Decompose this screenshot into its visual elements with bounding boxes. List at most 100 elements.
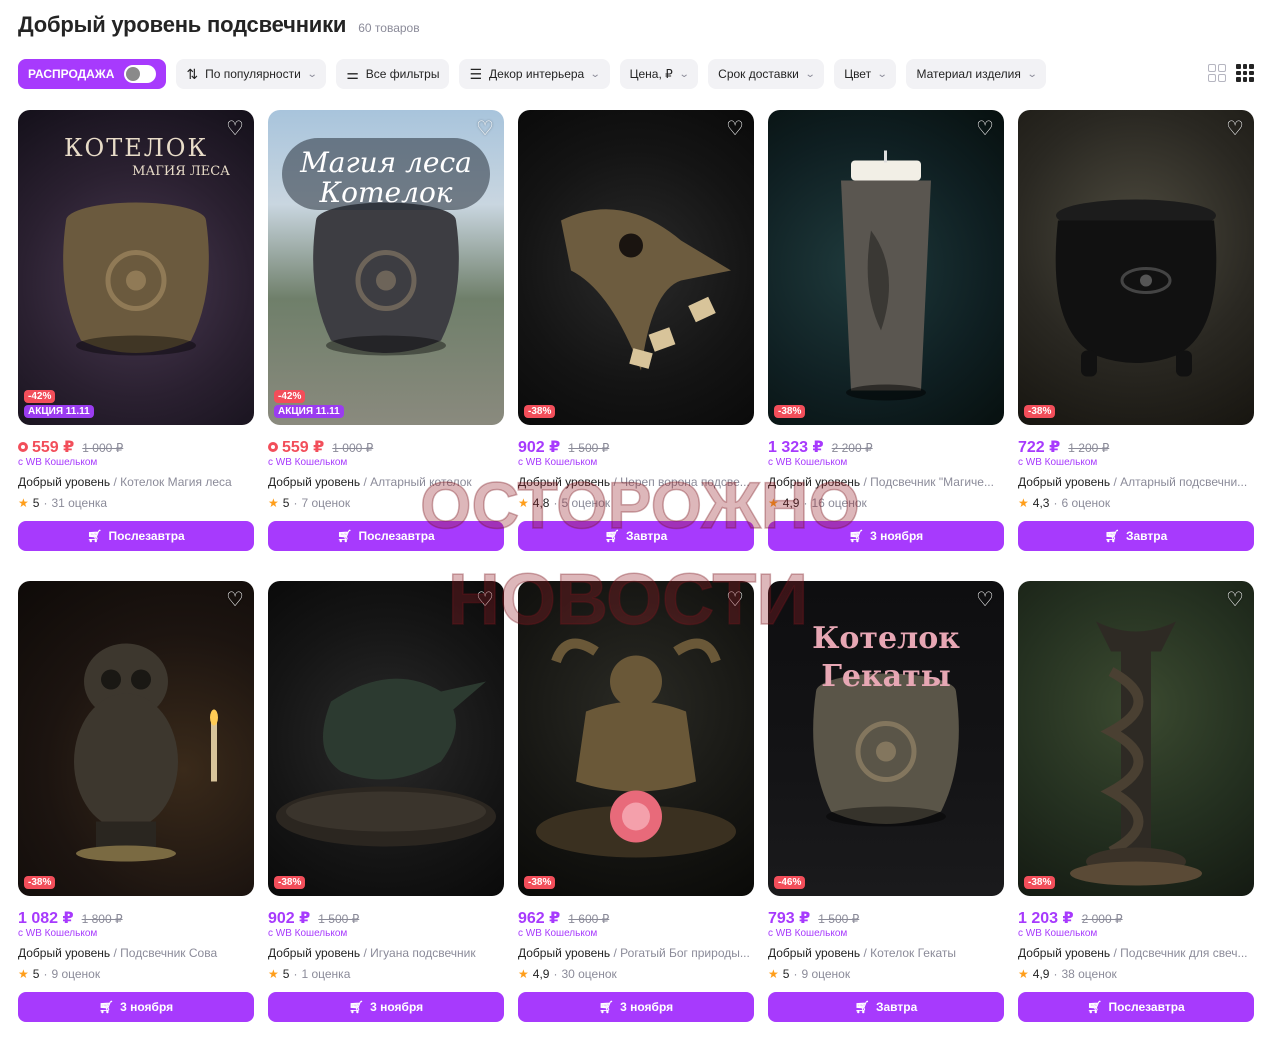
product-image[interactable]: Котелок Гекаты ♡ -46%: [768, 581, 1004, 896]
discount-badge: -38%: [24, 876, 56, 889]
price-dropdown[interactable]: Цена, ₽ ⌄: [619, 59, 699, 89]
product-card[interactable]: ♡ -38% 902 ₽ 1 500 ₽ с WB Кошельком Добр…: [268, 581, 504, 1022]
product-title[interactable]: Добрый уровень / Рогатый Бог природы...: [518, 946, 754, 962]
title-separator: /: [610, 946, 621, 960]
product-card[interactable]: ♡ -38% 902 ₽ 1 500 ₽ с WB Кошельком Добр…: [518, 110, 754, 551]
product-image[interactable]: ♡ -38%: [268, 581, 504, 896]
product-card[interactable]: ♡ -38% 1 203 ₽ 2 000 ₽ с WB Кошельком До…: [1018, 581, 1254, 1022]
title-separator: /: [860, 946, 871, 960]
add-to-cart-button[interactable]: 🛒︎ 3 ноября: [268, 992, 504, 1022]
reviews-count[interactable]: 1 оценка: [301, 967, 350, 981]
rating-value: 4,9: [532, 967, 550, 981]
color-dropdown[interactable]: Цвет ⌄: [834, 59, 897, 89]
delivery-label: 3 ноября: [370, 1000, 424, 1014]
add-to-cart-button[interactable]: 🛒︎ Послезавтра: [1018, 992, 1254, 1022]
heart-icon[interactable]: ♡: [1224, 589, 1246, 611]
reviews-count[interactable]: 31 оценка: [51, 496, 107, 510]
add-to-cart-button[interactable]: 🛒︎ Послезавтра: [268, 521, 504, 551]
reviews-count[interactable]: 5 оценок: [561, 496, 610, 510]
reviews-count[interactable]: 30 оценок: [561, 967, 616, 981]
add-to-cart-button[interactable]: 🛒︎ Завтра: [518, 521, 754, 551]
large-grid-icon[interactable]: [1208, 64, 1226, 82]
heart-icon[interactable]: ♡: [974, 118, 996, 140]
add-to-cart-button[interactable]: 🛒︎ 3 ноября: [768, 521, 1004, 551]
product-title[interactable]: Добрый уровень / Подсвечник "Магиче...: [768, 475, 1004, 491]
product-name: Алтарный подсвечни...: [1120, 475, 1248, 489]
reviews-count[interactable]: 9 оценок: [801, 967, 850, 981]
material-dropdown[interactable]: Материал изделия ⌄: [906, 59, 1047, 89]
category-dropdown[interactable]: ☰ Декор интерьера ⌄: [459, 59, 610, 89]
toggle-switch[interactable]: [124, 65, 157, 83]
heart-icon[interactable]: ♡: [474, 118, 496, 140]
product-figure: [36, 181, 236, 386]
star-icon: ★: [768, 967, 779, 981]
price-row: 962 ₽ 1 600 ₽: [518, 908, 754, 928]
product-title[interactable]: Добрый уровень / Алтарный котелок: [268, 475, 504, 491]
all-filters-button[interactable]: ⚌ Все фильтры: [336, 59, 450, 89]
cart-icon: 🛒︎: [854, 1000, 870, 1014]
product-card[interactable]: ♡ -38% 962 ₽ 1 600 ₽ с WB Кошельком Добр…: [518, 581, 754, 1022]
reviews-count[interactable]: 6 оценок: [1061, 496, 1110, 510]
product-card[interactable]: Котелок Гекаты ♡ -46% 793 ₽ 1 500 ₽ с WB…: [768, 581, 1004, 1022]
old-price: 1 500 ₽: [818, 912, 860, 926]
delivery-label: Завтра: [875, 1000, 918, 1014]
chevron-down-icon: ⌄: [306, 68, 318, 80]
delivery-dropdown[interactable]: Срок доставки ⌄: [708, 59, 825, 89]
product-title[interactable]: Добрый уровень / Подсвечник Сова: [18, 946, 254, 962]
sliders-icon: ⚌: [346, 66, 359, 82]
heart-icon[interactable]: ♡: [974, 589, 996, 611]
small-grid-icon[interactable]: [1236, 64, 1254, 82]
rating-value: 4,3: [1032, 496, 1050, 510]
product-image[interactable]: ♡ -38%: [518, 581, 754, 896]
product-image[interactable]: ♡ -38%: [18, 581, 254, 896]
product-name: Подсвечник Сова: [120, 946, 218, 960]
product-card[interactable]: ♡ -38% 1 323 ₽ 2 200 ₽ с WB Кошельком До…: [768, 110, 1004, 551]
product-title[interactable]: Добрый уровень / Котелок Магия леса: [18, 475, 254, 491]
heart-icon[interactable]: ♡: [474, 589, 496, 611]
sort-dropdown[interactable]: ⇅ По популярности ⌄: [176, 59, 327, 89]
reviews-count[interactable]: 38 оценок: [1061, 967, 1116, 981]
heart-icon[interactable]: ♡: [1224, 118, 1246, 140]
product-image[interactable]: ♡ -38%: [768, 110, 1004, 425]
reviews-count[interactable]: 9 оценок: [51, 967, 100, 981]
title-separator: /: [1110, 475, 1121, 489]
product-image[interactable]: КОТЕЛОК МАГИЯ ЛЕСА ♡ -42% АКЦИЯ 11.11: [18, 110, 254, 425]
product-image[interactable]: ♡ -38%: [1018, 581, 1254, 896]
star-icon: ★: [1018, 967, 1029, 981]
heart-icon[interactable]: ♡: [224, 589, 246, 611]
reviews-count[interactable]: 16 оценок: [811, 496, 866, 510]
product-card[interactable]: Магия леса Котелок ♡ -42% АКЦИЯ 11.11 55…: [268, 110, 504, 551]
product-image[interactable]: ♡ -38%: [518, 110, 754, 425]
product-figure: [531, 181, 741, 386]
product-name: Подсвечник "Магиче...: [870, 475, 994, 489]
product-image[interactable]: Магия леса Котелок ♡ -42% АКЦИЯ 11.11: [268, 110, 504, 425]
rating-value: 4,9: [782, 496, 800, 510]
delivery-label: Послезавтра: [108, 529, 185, 543]
product-title[interactable]: Добрый уровень / Алтарный подсвечни...: [1018, 475, 1254, 491]
rating-row: ★ 4,9 · 38 оценок: [1018, 966, 1254, 982]
price: 722 ₽: [1018, 437, 1060, 457]
product-title[interactable]: Добрый уровень / Череп ворона подсве...: [518, 475, 754, 491]
add-to-cart-button[interactable]: 🛒︎ Послезавтра: [18, 521, 254, 551]
sale-toggle[interactable]: РАСПРОДАЖА: [18, 59, 167, 89]
sort-icon: ⇅: [186, 66, 199, 82]
all-filters-label: Все фильтры: [365, 67, 440, 81]
reviews-separator: ·: [293, 967, 298, 981]
add-to-cart-button[interactable]: 🛒︎ 3 ноября: [18, 992, 254, 1022]
product-title[interactable]: Добрый уровень / Котелок Гекаты: [768, 946, 1004, 962]
heart-icon[interactable]: ♡: [724, 118, 746, 140]
image-caption-line-2: Гекаты: [821, 659, 951, 694]
product-card[interactable]: КОТЕЛОК МАГИЯ ЛЕСА ♡ -42% АКЦИЯ 11.11 55…: [18, 110, 254, 551]
add-to-cart-button[interactable]: 🛒︎ Завтра: [768, 992, 1004, 1022]
chevron-down-icon: ⌄: [804, 68, 816, 80]
product-card[interactable]: ♡ -38% 1 082 ₽ 1 800 ₽ с WB Кошельком До…: [18, 581, 254, 1022]
add-to-cart-button[interactable]: 🛒︎ Завтра: [1018, 521, 1254, 551]
product-image[interactable]: ♡ -38%: [1018, 110, 1254, 425]
product-title[interactable]: Добрый уровень / Подсвечник для свеч...: [1018, 946, 1254, 962]
heart-icon[interactable]: ♡: [224, 118, 246, 140]
heart-icon[interactable]: ♡: [724, 589, 746, 611]
product-title[interactable]: Добрый уровень / Игуана подсвечник: [268, 946, 504, 962]
product-card[interactable]: ♡ -38% 722 ₽ 1 200 ₽ с WB Кошельком Добр…: [1018, 110, 1254, 551]
reviews-count[interactable]: 7 оценок: [301, 496, 350, 510]
add-to-cart-button[interactable]: 🛒︎ 3 ноября: [518, 992, 754, 1022]
